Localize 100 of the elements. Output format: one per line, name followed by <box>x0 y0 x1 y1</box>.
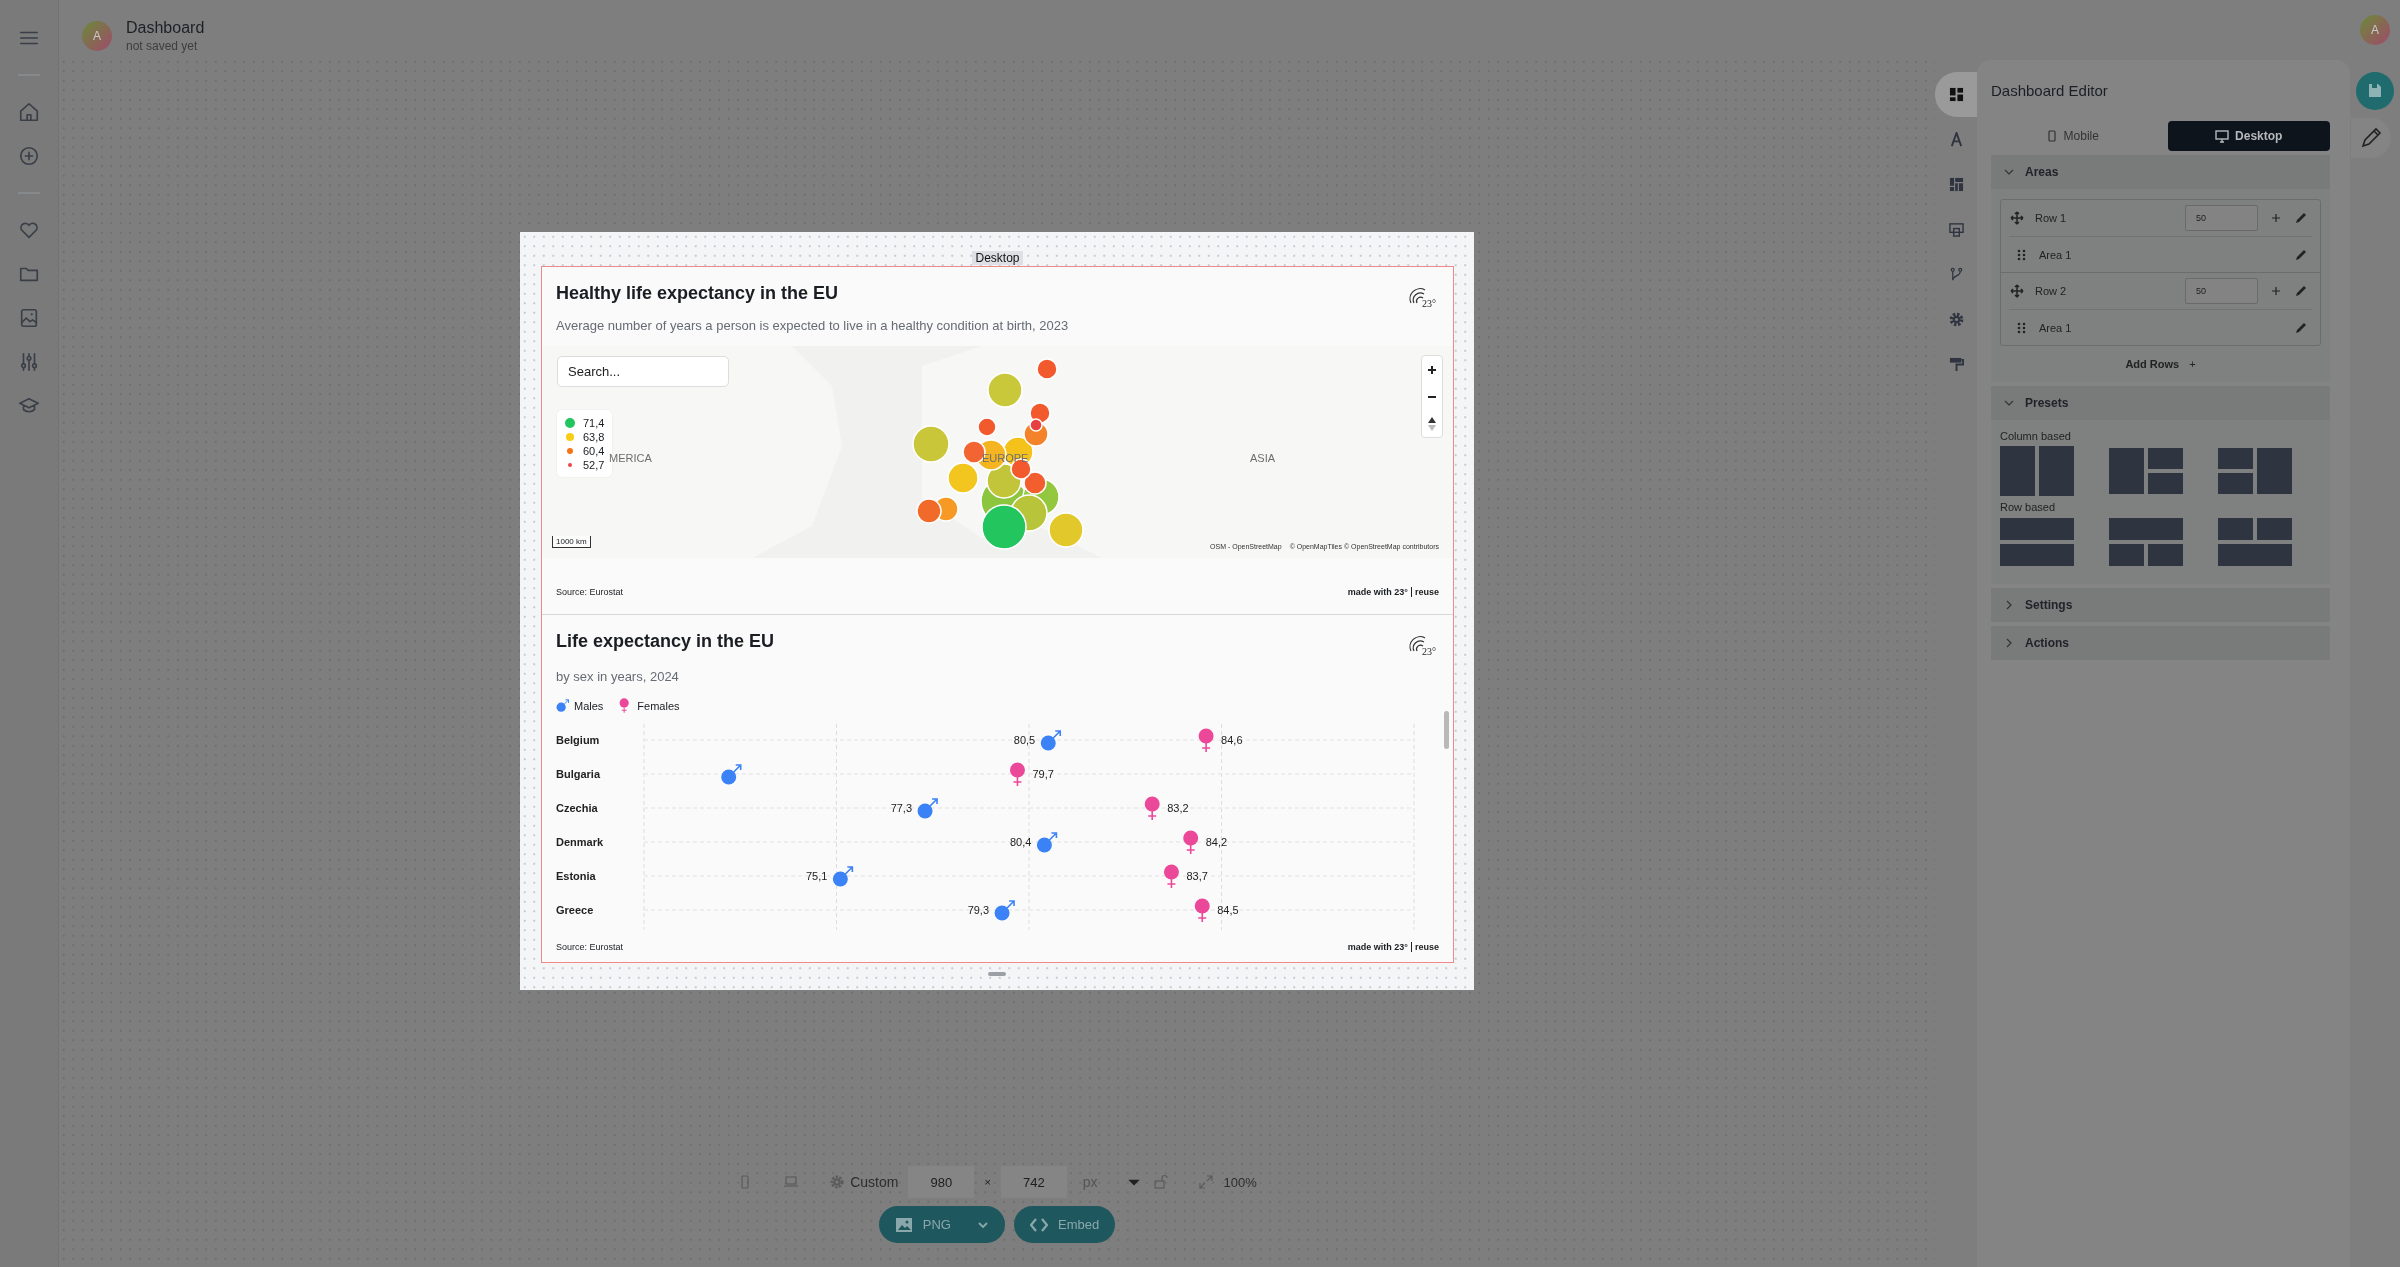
edit-area-button[interactable] <box>2294 320 2308 335</box>
reuse-link[interactable]: reuse <box>1414 587 1439 597</box>
value-label: 80,4 <box>1010 836 1032 848</box>
area-label: Area 1 <box>2039 321 2073 334</box>
section-header[interactable]: Actions <box>1991 626 2330 660</box>
preset-group-label: Row based <box>2000 501 2057 513</box>
user-avatar[interactable]: A <box>82 21 112 51</box>
home-icon[interactable] <box>18 101 40 123</box>
edit-button[interactable] <box>2351 118 2391 158</box>
reuse-link[interactable]: reuse <box>1414 942 1439 952</box>
layout-preset[interactable] <box>2218 446 2292 496</box>
layout-grid-icon <box>1948 177 1964 192</box>
layout-preset[interactable] <box>2000 446 2074 496</box>
times-sign: × <box>984 1176 991 1188</box>
map-bubble[interactable] <box>1023 471 1047 495</box>
width-field[interactable]: 980 <box>908 1166 975 1198</box>
legend-label: 63,8 <box>583 430 605 443</box>
add-area-button[interactable] <box>2269 211 2283 225</box>
category-label: Estonia <box>556 870 596 882</box>
row-label: Row 2 <box>2035 285 2068 297</box>
source-text: Source: Eurostat <box>556 587 624 597</box>
chart-title: Life expectancy in the EU <box>556 631 775 652</box>
scrollbar[interactable] <box>1444 711 1449 749</box>
embed-button[interactable]: Embed <box>1014 1206 1116 1243</box>
edit-row-button[interactable] <box>2294 211 2308 225</box>
value-label: 84,6 <box>1221 734 1243 746</box>
map-bubble[interactable] <box>916 498 942 524</box>
legend-label: Females <box>637 700 680 712</box>
layout-preset[interactable] <box>2000 517 2074 567</box>
female-marker <box>1198 728 1214 753</box>
add-area-button[interactable] <box>2269 284 2283 298</box>
female-marker <box>1183 830 1199 855</box>
map-bubble[interactable] <box>1036 358 1058 380</box>
user-avatar[interactable]: A <box>2360 15 2390 45</box>
pencil-icon <box>2294 320 2308 335</box>
add-rows-button[interactable]: Add Rows + <box>2125 358 2196 370</box>
legend-label: 71,4 <box>583 416 605 429</box>
device-label: Desktop <box>972 251 1023 265</box>
layout-preset[interactable] <box>2109 446 2183 496</box>
value-label: 83,7 <box>1186 870 1208 882</box>
section-header[interactable]: Presets <box>1991 386 2330 420</box>
height-field[interactable]: 742 <box>1000 1166 1067 1198</box>
made-with-text: made with 23° <box>1347 942 1408 952</box>
dashboard-icon <box>1948 87 1964 102</box>
resize-handle[interactable] <box>988 972 1006 976</box>
male-marker <box>917 798 938 819</box>
layout-preset[interactable] <box>2218 517 2292 567</box>
legend-label: Males <box>574 700 604 712</box>
expand-icon[interactable] <box>1197 1174 1214 1190</box>
drag-handle-icon[interactable] <box>2015 247 2028 262</box>
row-size-field[interactable]: 50 <box>2185 278 2258 304</box>
gear-icon <box>829 1174 846 1190</box>
image-icon[interactable] <box>18 307 40 329</box>
map-label: ASIA <box>1250 452 1276 464</box>
plus-icon <box>2271 213 2281 223</box>
pencil-icon <box>2294 247 2308 262</box>
chart-subtitle: by sex in years, 2024 <box>556 669 679 684</box>
value-label: 75,1 <box>805 870 828 882</box>
dashboard-title: Dashboard <box>126 19 205 37</box>
custom-size-button[interactable]: Custom <box>829 1174 899 1190</box>
value-label: 84,2 <box>1205 836 1228 848</box>
map-bubble[interactable] <box>981 504 1027 550</box>
drag-handle-icon[interactable] <box>2015 320 2028 335</box>
layout-preset[interactable] <box>2109 517 2183 567</box>
tool-tab[interactable] <box>1935 72 1977 117</box>
value-label: 79,3 <box>967 904 990 916</box>
male-marker <box>721 764 742 785</box>
device-tab[interactable]: Desktop <box>2167 121 2330 151</box>
female-marker <box>1194 898 1210 923</box>
png-export-button[interactable]: PNG <box>878 1206 1005 1243</box>
branch-icon <box>1948 267 1964 282</box>
phone-icon <box>2045 130 2058 142</box>
female-marker <box>1163 864 1179 889</box>
map-bubble[interactable] <box>1029 418 1043 432</box>
devices-icon <box>1948 222 1964 237</box>
search-field[interactable]: Search... <box>557 356 729 387</box>
section-header[interactable]: Areas <box>1991 155 2330 189</box>
monitor-icon <box>2215 129 2230 143</box>
move-icon[interactable] <box>2010 284 2024 298</box>
paint-roller-icon <box>1948 357 1964 372</box>
save-button[interactable] <box>2356 72 2394 110</box>
sliders-icon[interactable] <box>18 351 40 373</box>
edit-row-button[interactable] <box>2294 284 2308 298</box>
value-label: 80,5 <box>1013 734 1036 746</box>
chart-title: Healthy life expectancy in the EU <box>556 283 839 304</box>
male-marker <box>994 900 1015 921</box>
male-marker <box>1036 832 1058 853</box>
brand-logo: 23° <box>1407 281 1437 309</box>
add-icon[interactable] <box>18 145 40 167</box>
device-tab[interactable]: Mobile <box>1991 121 2154 151</box>
category-label: Greece <box>556 904 594 916</box>
chart-subtitle: Average number of years a person is expected to live in a healthy condition at birth, 2023 <box>556 318 1069 333</box>
map-bubble[interactable] <box>977 417 997 437</box>
scale-bar: 1000 km <box>552 536 591 548</box>
zoom-level: 100% <box>1223 1174 1257 1190</box>
edit-area-button[interactable] <box>2294 247 2308 262</box>
section-header[interactable]: Settings <box>1991 588 2330 622</box>
row-size-field[interactable]: 50 <box>2185 205 2258 231</box>
move-icon[interactable] <box>2010 211 2024 225</box>
plus-icon <box>2271 286 2281 296</box>
